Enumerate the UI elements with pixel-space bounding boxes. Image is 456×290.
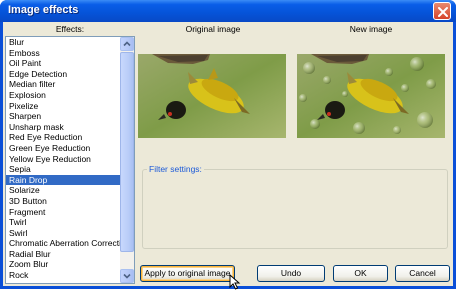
dialog-client-area: Effects: Blur Emboss Oil Paint Edge Detecti… (3, 22, 453, 290)
title-bar[interactable]: Image effects (0, 0, 456, 22)
effect-list-item[interactable]: Edge Detection (6, 69, 121, 80)
chevron-down-icon (123, 273, 131, 279)
effect-list-item[interactable]: Median filter (6, 79, 121, 90)
effect-list-item[interactable]: Oil Paint (6, 58, 121, 69)
close-icon (438, 7, 448, 17)
effects-scrollbar[interactable] (120, 37, 134, 283)
effect-list-item[interactable]: Blur (6, 37, 121, 48)
effect-list-item[interactable]: Swirl (6, 228, 121, 239)
new-image (297, 54, 445, 138)
new-image-label: New image (349, 24, 393, 34)
effect-list-item[interactable]: Relief (6, 281, 121, 283)
scroll-down-button[interactable] (120, 269, 134, 283)
mouse-cursor-icon (229, 274, 241, 290)
original-image (138, 54, 286, 138)
effect-list-item[interactable]: Emboss (6, 48, 121, 59)
ok-button[interactable]: OK (333, 265, 388, 282)
effect-list-item[interactable]: Zoom Blur (6, 259, 121, 270)
effect-list-item[interactable]: Pixelize (6, 101, 121, 112)
effect-list-item[interactable]: Solarize (6, 185, 121, 196)
effect-list-item[interactable]: Sharpen (6, 111, 121, 122)
effect-list-item[interactable]: Radial Blur (6, 249, 121, 260)
effect-list-item[interactable]: Chromatic Aberration Correction (6, 238, 121, 249)
effect-list-item[interactable]: 3D Button (6, 196, 121, 207)
chevron-up-icon (123, 41, 131, 47)
filter-settings-group: Filter settings: (142, 164, 448, 249)
effects-label: Effects: (55, 24, 85, 34)
effect-list-item[interactable]: Red Eye Reduction (6, 132, 121, 143)
dialog-window: Image effects Effects: Blur Emboss Oil Pai… (0, 0, 456, 290)
effects-listbox[interactable]: Blur Emboss Oil Paint Edge Detection Median … (5, 36, 135, 284)
scroll-up-button[interactable] (120, 37, 134, 51)
effect-list-item[interactable]: Unsharp mask (6, 122, 121, 133)
effect-list-item[interactable]: Fragment (6, 207, 121, 218)
window-title: Image effects (8, 4, 79, 16)
effect-list-item[interactable]: Green Eye Reduction (6, 143, 121, 154)
original-image-label: Original image (185, 24, 241, 34)
effect-list-item[interactable]: Yellow Eye Reduction (6, 154, 121, 165)
apply-to-original-button[interactable]: Apply to original image (140, 265, 235, 282)
effect-list-item[interactable]: Rock (6, 270, 121, 281)
effects-list-items: Blur Emboss Oil Paint Edge Detection Median … (6, 37, 121, 283)
cancel-button[interactable]: Cancel (395, 265, 450, 282)
filter-settings-label: Filter settings: (147, 164, 204, 174)
effect-list-item[interactable]: Twirl (6, 217, 121, 228)
close-button[interactable] (433, 2, 451, 20)
effect-list-item[interactable]: Rain Drop (6, 174, 121, 186)
scroll-thumb[interactable] (120, 52, 134, 252)
effect-list-item[interactable]: Explosion (6, 90, 121, 101)
effect-list-item[interactable]: Sepia (6, 164, 121, 175)
undo-button[interactable]: Undo (257, 265, 325, 282)
